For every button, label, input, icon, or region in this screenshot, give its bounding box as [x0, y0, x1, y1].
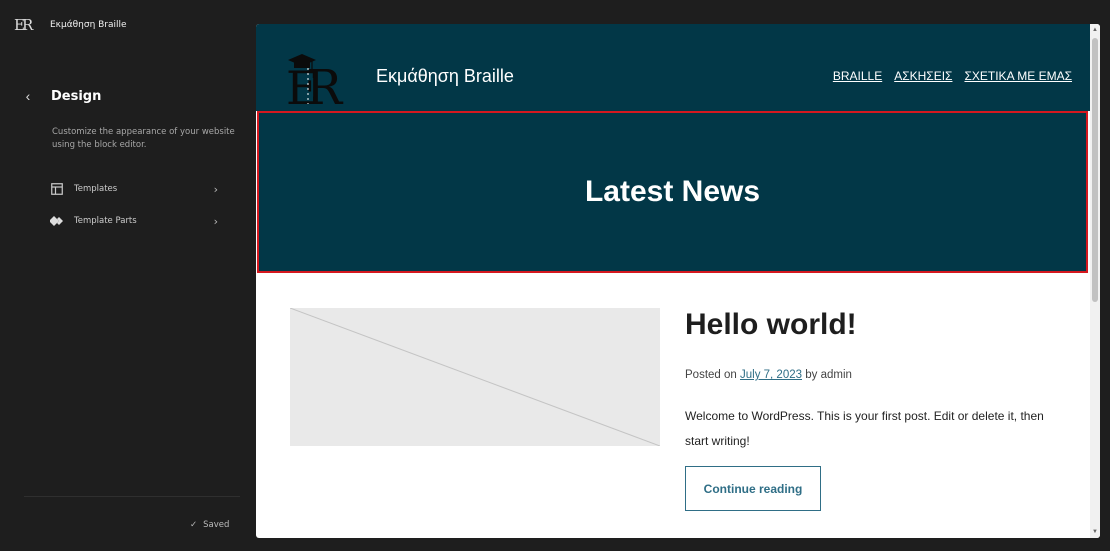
featured-image-placeholder[interactable] [290, 308, 660, 446]
design-description: Customize the appearance of your website… [52, 127, 235, 150]
scroll-up-arrow-icon[interactable]: ▲ [1092, 27, 1098, 33]
site-preview-frame[interactable]: E R Εκμάθηση Braille BRAILLE ΑΣΚΗΣΕΙΣ ΣΧ… [256, 24, 1100, 538]
post-title[interactable]: Hello world! [685, 308, 857, 342]
saved-label: Saved [203, 520, 230, 530]
site-name[interactable]: Εκμάθηση Braille [50, 20, 127, 30]
nav-item-label: Template Parts [74, 216, 137, 226]
saved-status: ✓ Saved [190, 520, 229, 530]
post-excerpt: Welcome to WordPress. This is your first… [685, 409, 1044, 448]
design-header: ‹ Design [20, 88, 102, 104]
svg-text:R: R [306, 60, 344, 108]
preview-scrollbar[interactable]: ▲ ▼ [1090, 24, 1100, 538]
site-title[interactable]: Εκμάθηση Braille [376, 66, 514, 87]
layout-icon [50, 182, 64, 196]
sidebar-divider [24, 496, 240, 497]
nav-link-askiseis[interactable]: ΑΣΚΗΣΕΙΣ [894, 69, 952, 83]
nav-item-label: Templates [74, 184, 118, 194]
nav-item-template-parts[interactable]: Template Parts › [50, 211, 226, 231]
site-editor-sidebar: ER Εκμάθηση Braille ‹ Design Customize t… [0, 0, 256, 551]
nav-item-templates[interactable]: Templates › [50, 179, 226, 199]
post-date-link[interactable]: July 7, 2023 [740, 369, 802, 381]
nav-link-about[interactable]: ΣΧΕΤΙΚΑ ΜΕ ΕΜΑΣ [964, 69, 1072, 83]
site-hub[interactable]: ER Εκμάθηση Braille [14, 14, 127, 36]
cover-block-selected[interactable]: Latest News [257, 111, 1088, 273]
chevron-right-icon: › [213, 214, 218, 228]
post-meta: Posted on July 7, 2023 by admin [685, 369, 852, 381]
scroll-thumb[interactable] [1092, 38, 1098, 302]
meta-by: by [805, 369, 818, 381]
chevron-right-icon: › [213, 182, 218, 196]
back-chevron-icon[interactable]: ‹ [20, 88, 36, 104]
check-icon: ✓ [190, 520, 198, 530]
main-navigation: BRAILLE ΑΣΚΗΣΕΙΣ ΣΧΕΤΙΚΑ ΜΕ ΕΜΑΣ [833, 69, 1072, 83]
symbol-filled-icon [50, 214, 64, 228]
design-title: Design [51, 88, 102, 104]
site-logo-icon[interactable]: E R [282, 46, 352, 108]
scroll-down-arrow-icon[interactable]: ▼ [1092, 529, 1098, 535]
cover-heading[interactable]: Latest News [585, 175, 760, 209]
site-logo-icon[interactable]: ER [14, 14, 36, 36]
meta-prefix: Posted on [685, 369, 737, 381]
post-author: admin [820, 369, 852, 381]
site-header[interactable]: E R Εκμάθηση Braille BRAILLE ΑΣΚΗΣΕΙΣ ΣΧ… [256, 24, 1090, 111]
continue-reading-button[interactable]: Continue reading [685, 466, 821, 511]
nav-link-braille[interactable]: BRAILLE [833, 69, 882, 83]
